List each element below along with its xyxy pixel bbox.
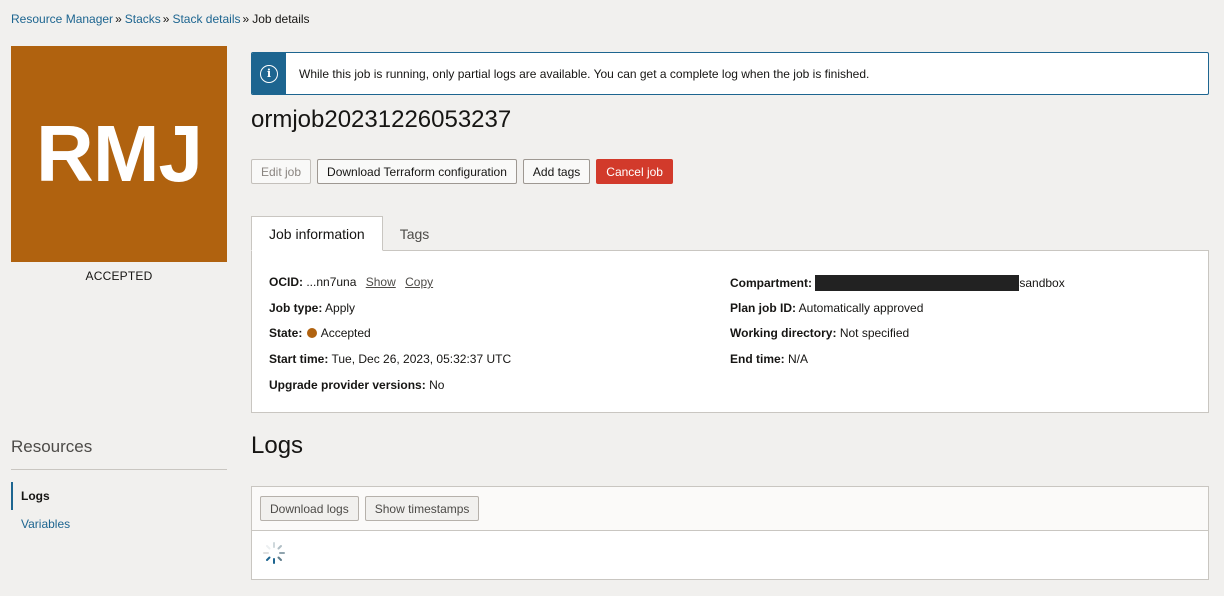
logs-panel: Download logs Show timestamps: [251, 486, 1209, 580]
breadcrumb-separator: »: [242, 12, 250, 26]
end-time-label: End time:: [730, 352, 785, 367]
add-tags-button[interactable]: Add tags: [522, 159, 591, 184]
redacted-block: [815, 275, 1020, 291]
avatar-initials: RMJ: [36, 109, 203, 198]
breadcrumb: Resource Manager» Stacks» Stack details» Jo…: [11, 12, 310, 26]
job-type-value: Apply: [325, 300, 356, 315]
job-type-row: Job type: Apply: [269, 301, 511, 327]
start-time-value: Tue, Dec 26, 2023, 05:32:37 UTC: [331, 352, 512, 367]
compartment-label: Compartment:: [730, 276, 813, 290]
download-terraform-button[interactable]: Download Terraform configuration: [317, 159, 517, 184]
main-content: i While this job is running, only partia…: [251, 52, 1209, 580]
breadcrumb-stack-details[interactable]: Stack details: [172, 12, 240, 26]
start-time-row: Start time: Tue, Dec 26, 2023, 05:32:37 …: [269, 352, 511, 378]
show-timestamps-button[interactable]: Show timestamps: [364, 496, 480, 521]
upgrade-provider-label: Upgrade provider versions:: [269, 377, 426, 392]
breadcrumb-separator: »: [115, 12, 122, 26]
info-icon: i: [260, 64, 278, 83]
ocid-value: ...nn7una: [306, 275, 357, 289]
job-type-label: Job type:: [269, 300, 323, 315]
info-banner: i While this job is running, only partia…: [251, 52, 1209, 95]
ocid-show-link[interactable]: Show: [366, 275, 396, 289]
working-directory-value: Not specified: [839, 326, 910, 341]
end-time-value: N/A: [788, 352, 809, 367]
resources-nav: Logs Variables: [11, 482, 227, 538]
banner-text: While this job is running, only partial …: [299, 66, 870, 81]
breadcrumb-separator: »: [162, 12, 170, 26]
tab-job-information[interactable]: Job information: [251, 216, 383, 251]
logs-title: Logs: [251, 432, 304, 459]
compartment-row: Compartment: sandbox: [730, 275, 1065, 301]
download-logs-button[interactable]: Download logs: [260, 496, 359, 521]
job-information-panel: OCID: ...nn7una Show Copy Job type: Appl…: [251, 250, 1209, 413]
ocid-label: OCID:: [269, 275, 303, 289]
resources-title: Resources: [11, 437, 93, 456]
plan-job-value: Automatically approved: [798, 300, 924, 315]
job-avatar: RMJ: [11, 46, 227, 262]
tab-bar: Job information Tags: [251, 216, 446, 251]
start-time-label: Start time:: [269, 352, 329, 367]
avatar-status: ACCEPTED: [85, 269, 153, 283]
state-dot-icon: [306, 328, 317, 339]
working-directory-label: Working directory:: [730, 326, 837, 341]
page-title: ormjob20231226053237: [251, 106, 512, 133]
loading-spinner-icon: [263, 542, 285, 564]
state-row: State: Accepted: [269, 326, 511, 352]
state-label: State:: [269, 326, 303, 341]
ocid-row: OCID: ...nn7una Show Copy: [269, 275, 511, 301]
job-sidebar: RMJ ACCEPTED: [11, 46, 227, 283]
breadcrumb-stacks[interactable]: Stacks: [125, 12, 161, 26]
info-column-left: OCID: ...nn7una Show Copy Job type: Appl…: [269, 275, 511, 403]
breadcrumb-current: Job details: [252, 12, 310, 26]
upgrade-provider-row: Upgrade provider versions: No: [269, 378, 511, 404]
info-column-right: Compartment: sandbox Plan job ID: Automa…: [730, 275, 1065, 378]
end-time-row: End time: N/A: [730, 352, 1065, 378]
plan-job-label: Plan job ID:: [730, 300, 796, 315]
plan-job-row: Plan job ID: Automatically approved: [730, 301, 1065, 327]
tab-tags[interactable]: Tags: [383, 216, 447, 251]
ocid-copy-link[interactable]: Copy: [405, 275, 433, 289]
action-bar: Edit job Download Terraform configuratio…: [251, 159, 673, 184]
logs-toolbar: Download logs Show timestamps: [252, 487, 1208, 531]
compartment-value: sandbox: [1019, 276, 1065, 290]
breadcrumb-resource-manager[interactable]: Resource Manager: [11, 12, 113, 26]
banner-icon-cell: i: [252, 53, 286, 94]
cancel-job-button[interactable]: Cancel job: [596, 159, 673, 184]
working-directory-row: Working directory: Not specified: [730, 326, 1065, 352]
state-value: Accepted: [320, 326, 371, 341]
resources-divider: [11, 469, 227, 470]
resources-item-logs[interactable]: Logs: [11, 482, 227, 510]
resources-item-variables[interactable]: Variables: [11, 510, 227, 538]
upgrade-provider-value: No: [429, 377, 445, 392]
edit-job-button[interactable]: Edit job: [251, 159, 312, 184]
